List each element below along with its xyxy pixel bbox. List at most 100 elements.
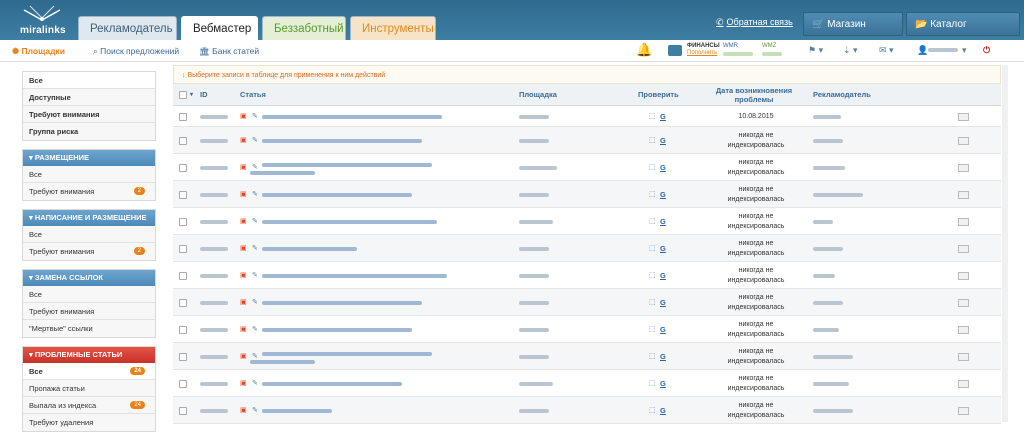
message-icon[interactable] <box>958 136 969 145</box>
article-link[interactable] <box>262 408 332 413</box>
message-icon[interactable] <box>958 217 969 226</box>
article-link[interactable] <box>262 138 422 143</box>
feedback-link[interactable]: ✆ Обратная связь <box>716 17 793 28</box>
table-row[interactable]: ▣ ✎ ⬚ Gникогда не индексировалась <box>173 262 1001 289</box>
row-site[interactable] <box>519 327 549 332</box>
check-icon[interactable]: ⬚ <box>649 406 656 414</box>
group-header[interactable]: ▾ ЗАМЕНА ССЫЛОК <box>23 270 155 286</box>
user-name[interactable] <box>928 48 958 52</box>
edit-icon[interactable]: ✎ <box>252 271 258 279</box>
check-google-link[interactable]: G <box>660 244 666 253</box>
article-link[interactable] <box>262 327 412 332</box>
group-header[interactable]: ▾ НАПИСАНИЕ И РАЗМЕЩЕНИЕ <box>23 210 155 226</box>
sidebar-item-attention[interactable]: Требуют внимания <box>23 106 155 123</box>
table-row[interactable]: ▣ ✎ ⬚ Gникогда не индексировалась <box>173 397 1001 424</box>
message-icon[interactable] <box>958 406 969 415</box>
check-icon[interactable]: ⬚ <box>649 163 656 171</box>
table-row[interactable]: ▣ ✎ ⬚ Gникогда не индексировалась <box>173 343 1001 370</box>
col-site[interactable]: Площадка <box>519 90 557 99</box>
row-checkbox[interactable] <box>179 325 187 334</box>
group-header[interactable]: ▾ РАЗМЕЩЕНИЕ <box>23 150 155 166</box>
table-row[interactable]: ▣ ✎ ⬚ Gникогда не индексировалась <box>173 208 1001 235</box>
article-link-cont[interactable] <box>250 359 315 364</box>
check-icon[interactable]: ⬚ <box>649 352 656 360</box>
sidebar-item-all[interactable]: Все <box>23 72 155 89</box>
row-checkbox[interactable] <box>179 379 187 388</box>
row-checkbox[interactable] <box>179 298 187 307</box>
logo[interactable]: miralinks <box>16 4 72 38</box>
finance-widget[interactable]: ФИНАНСЫ Пополнить WMR WMZ <box>668 43 798 59</box>
row-checkbox[interactable] <box>179 190 187 199</box>
bell-icon[interactable]: 🔔 <box>636 42 652 58</box>
tab-carefree[interactable]: Беззаботный <box>262 16 346 40</box>
sidebar-item-risk[interactable]: Группа риска <box>23 123 155 140</box>
check-google-link[interactable]: G <box>660 112 666 121</box>
row-checkbox[interactable] <box>179 217 187 226</box>
row-site[interactable] <box>519 408 549 413</box>
row-checkbox[interactable] <box>179 244 187 253</box>
row-site[interactable] <box>519 300 549 305</box>
article-link[interactable] <box>262 114 442 119</box>
tab-webmaster[interactable]: Вебмастер <box>181 16 258 40</box>
mail-icon[interactable]: ✉ ▾ <box>879 45 894 56</box>
sidebar-item-available[interactable]: Доступные <box>23 89 155 106</box>
subnav-search[interactable]: ⌕ Поиск предложений <box>93 46 179 57</box>
check-google-link[interactable]: G <box>660 298 666 307</box>
table-row[interactable]: ▣ ✎ ⬚ Gникогда не индексировалась <box>173 316 1001 343</box>
message-icon[interactable] <box>958 352 969 361</box>
row-site[interactable] <box>519 138 549 143</box>
article-link[interactable] <box>262 219 437 224</box>
sidebar-item[interactable]: "Мертвые" ссылки <box>23 320 155 337</box>
site-catalog-button[interactable]: 📂 Каталог площадок <box>906 12 1020 54</box>
message-icon[interactable] <box>958 163 969 172</box>
table-row[interactable]: ▣ ✎ ⬚ Gникогда не индексировалась <box>173 235 1001 262</box>
row-site[interactable] <box>519 246 549 251</box>
topup-link[interactable]: Пополнить <box>687 50 717 56</box>
check-icon[interactable]: ⬚ <box>649 112 656 120</box>
check-google-link[interactable]: G <box>660 163 666 172</box>
table-row[interactable]: ▣ ✎ ⬚ Gникогда не индексировалась <box>173 289 1001 316</box>
message-icon[interactable] <box>958 325 969 334</box>
check-icon[interactable]: ⬚ <box>649 271 656 279</box>
edit-icon[interactable]: ✎ <box>252 379 258 387</box>
subnav-sites[interactable]: ✺ Площадки <box>12 46 65 57</box>
check-google-link[interactable]: G <box>660 352 666 361</box>
message-icon[interactable] <box>958 244 969 253</box>
edit-icon[interactable]: ✎ <box>252 406 258 414</box>
check-google-link[interactable]: G <box>660 136 666 145</box>
sidebar-item[interactable]: Выпала из индекса 24 <box>23 397 155 414</box>
user-dropdown-icon[interactable]: ▾ <box>962 45 967 56</box>
message-icon[interactable] <box>958 112 969 121</box>
col-article[interactable]: Статья <box>240 90 266 99</box>
edit-icon[interactable]: ✎ <box>252 298 258 306</box>
article-link-cont[interactable] <box>250 170 315 175</box>
select-all-checkbox[interactable] <box>179 91 187 99</box>
row-checkbox[interactable] <box>179 271 187 280</box>
edit-icon[interactable]: ✎ <box>252 163 258 171</box>
table-row[interactable]: ▣ ✎ ⬚ Gникогда не индексировалась <box>173 154 1001 181</box>
message-icon[interactable] <box>958 298 969 307</box>
edit-icon[interactable]: ✎ <box>252 190 258 198</box>
edit-icon[interactable]: ✎ <box>252 244 258 252</box>
sidebar-item[interactable]: Все <box>23 166 155 183</box>
flag-icon[interactable]: ⚑ ▾ <box>808 45 823 56</box>
row-checkbox[interactable] <box>179 136 187 145</box>
tab-advertiser[interactable]: Рекламодатель <box>78 16 177 40</box>
check-google-link[interactable]: G <box>660 379 666 388</box>
row-checkbox[interactable] <box>179 352 187 361</box>
col-advertiser[interactable]: Рекламодатель <box>813 90 871 99</box>
table-row[interactable]: ▣ ✎ ⬚ Gникогда не индексировалась <box>173 127 1001 154</box>
scrollbar[interactable] <box>1002 65 1008 422</box>
table-row[interactable]: ▣ ✎ ⬚ Gникогда не индексировалась <box>173 181 1001 208</box>
group-header[interactable]: ▾ ПРОБЛЕМНЫЕ СТАТЬИ <box>23 347 155 363</box>
subnav-bank[interactable]: 🏛 Банк статей <box>199 46 259 57</box>
message-icon[interactable] <box>958 379 969 388</box>
check-icon[interactable]: ⬚ <box>649 379 656 387</box>
row-site[interactable] <box>519 192 549 197</box>
power-icon[interactable]: ⏻ <box>983 45 990 56</box>
row-checkbox[interactable] <box>179 112 187 121</box>
row-checkbox[interactable] <box>179 163 187 172</box>
edit-icon[interactable]: ✎ <box>252 217 258 225</box>
check-google-link[interactable]: G <box>660 217 666 226</box>
article-link[interactable] <box>262 381 402 386</box>
